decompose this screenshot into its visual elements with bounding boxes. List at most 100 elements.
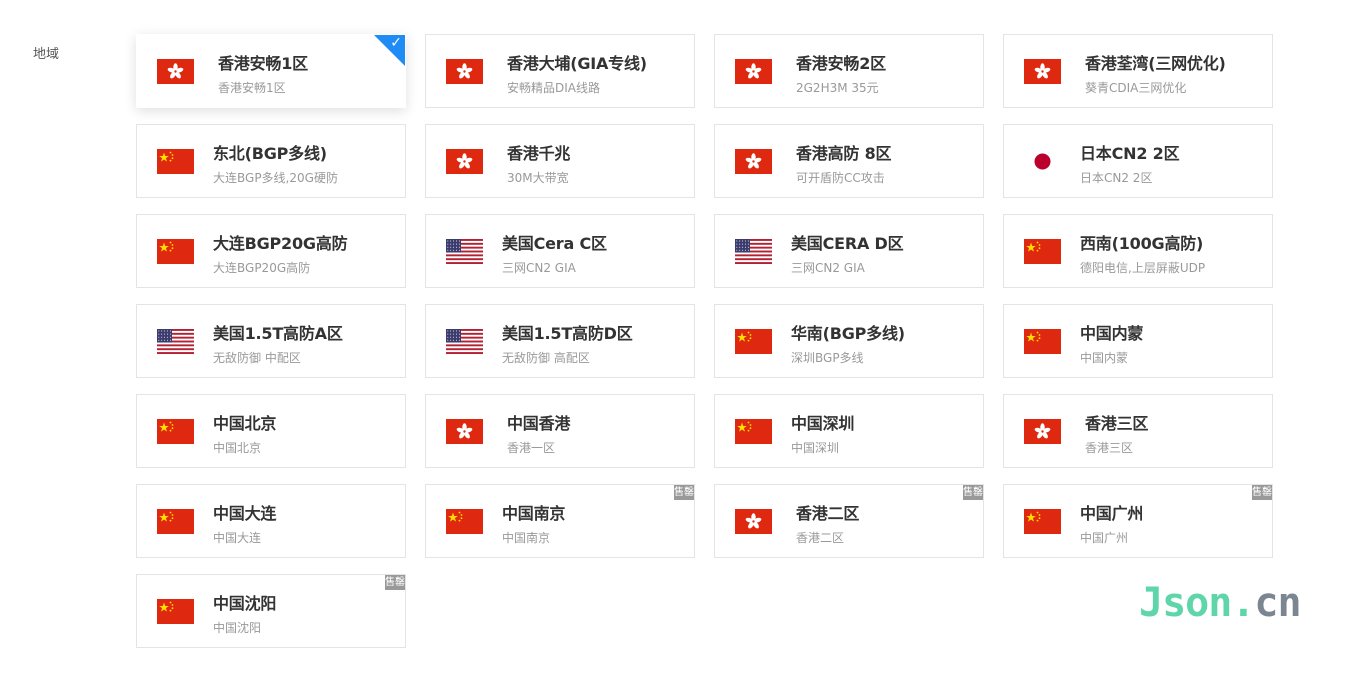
region-card[interactable]: 香港高防 8区可开盾防CC攻击: [714, 124, 984, 198]
region-title: 香港高防 8区: [796, 144, 892, 163]
cn-flag-icon: [1024, 509, 1061, 534]
region-subtitle: 香港安畅1区: [218, 81, 286, 95]
region-card[interactable]: 美国1.5T高防A区 无敌防御 中配区: [136, 304, 406, 378]
region-subtitle: 深圳BGP多线: [791, 351, 864, 365]
region-subtitle: 无敌防御 中配区: [213, 351, 301, 365]
region-subtitle: 30M大带宽: [507, 171, 569, 185]
jp-flag-icon: [1024, 149, 1061, 174]
region-subtitle: 大连BGP20G高防: [213, 261, 311, 275]
region-card[interactable]: 中国深圳 中国深圳: [714, 394, 984, 468]
cn-flag-icon: [157, 149, 194, 174]
region-title: 中国广州: [1080, 504, 1144, 523]
region-subtitle: 大连BGP多线,20G硬防: [213, 171, 338, 185]
region-card[interactable]: 中国香港 香港一区: [425, 394, 695, 468]
region-card[interactable]: 香港千兆 30M大带宽: [425, 124, 695, 198]
region-subtitle: 中国广州: [1080, 531, 1129, 545]
hk-flag-icon: [446, 149, 483, 174]
region-subtitle: 中国北京: [213, 441, 262, 455]
region-subtitle: 香港三区: [1085, 441, 1134, 455]
region-subtitle: 三网CN2 GIA: [502, 261, 576, 275]
region-card[interactable]: 美国1.5T高防D区无敌防御 高配区: [425, 304, 695, 378]
region-subtitle: 葵青CDIA三网优化: [1085, 81, 1187, 95]
region-title: 中国香港: [507, 414, 571, 433]
sold-out-badge: 售罄: [674, 485, 694, 500]
region-title: 华南(BGP多线): [791, 324, 905, 343]
region-subtitle: 德阳电信,上层屏蔽UDP: [1080, 261, 1206, 275]
region-title: 西南(100G高防): [1080, 234, 1204, 253]
hk-flag-icon: [1024, 419, 1061, 444]
us-flag-icon: [157, 329, 194, 354]
watermark-part2: cn: [1254, 580, 1301, 626]
us-flag-icon: [735, 239, 772, 264]
region-card[interactable]: 西南(100G高防) 德阳电信,上层屏蔽UDP: [1003, 214, 1273, 288]
region-title: 香港二区: [796, 504, 860, 523]
region-title: 东北(BGP多线): [213, 144, 327, 163]
region-card[interactable]: 美国CERA D区三网CN2 GIA: [714, 214, 984, 288]
region-subtitle: 中国内蒙: [1080, 351, 1129, 365]
region-title: 香港安畅1区: [218, 54, 308, 73]
region-title: 香港千兆: [507, 144, 571, 163]
region-title: 中国南京: [502, 504, 566, 523]
checkmark-icon: ✓: [390, 35, 402, 51]
region-grid: 香港安畅1区 香港安畅1区 ✓ 香港大埔(GIA专线) 安畅精品DIA线路 香港安畅2区 2…: [136, 34, 1273, 648]
region-card[interactable]: 香港三区 香港三区: [1003, 394, 1273, 468]
region-title: 香港安畅2区: [796, 54, 886, 73]
cn-flag-icon: [1024, 239, 1061, 264]
region-card[interactable]: 香港安畅2区 2G2H3M 35元: [714, 34, 984, 108]
region-card[interactable]: 中国沈阳 中国沈阳 售罄: [136, 574, 406, 648]
region-title: 中国北京: [213, 414, 277, 433]
hk-flag-icon: [735, 59, 772, 84]
region-card[interactable]: 中国大连 中国大连: [136, 484, 406, 558]
hk-flag-icon: [1024, 59, 1061, 84]
region-title: 香港大埔(GIA专线): [507, 54, 647, 73]
region-title: 香港三区: [1085, 414, 1149, 433]
region-title: 中国内蒙: [1080, 324, 1144, 343]
region-card[interactable]: 香港荃湾(三网优化) 葵青CDIA三网优化: [1003, 34, 1273, 108]
cn-flag-icon: [157, 599, 194, 624]
region-card[interactable]: 美国Cera C区三网CN2 GIA: [425, 214, 695, 288]
region-title: 美国Cera C区: [502, 234, 607, 253]
region-card[interactable]: 中国北京 中国北京: [136, 394, 406, 468]
cn-flag-icon: [157, 419, 194, 444]
cn-flag-icon: [1024, 329, 1061, 354]
hk-flag-icon: [157, 59, 194, 84]
cn-flag-icon: [735, 419, 772, 444]
region-card[interactable]: 日本CN2 2区 日本CN2 2区: [1003, 124, 1273, 198]
region-card[interactable]: 香港安畅1区 香港安畅1区 ✓: [136, 34, 406, 108]
region-title: 中国沈阳: [213, 594, 277, 613]
hk-flag-icon: [446, 419, 483, 444]
region-card[interactable]: 东北(BGP多线) 大连BGP多线,20G硬防: [136, 124, 406, 198]
region-subtitle: 中国深圳: [791, 441, 840, 455]
region-title: 美国1.5T高防D区: [502, 324, 633, 343]
region-label: 地域: [33, 47, 60, 62]
hk-flag-icon: [446, 59, 483, 84]
us-flag-icon: [446, 329, 483, 354]
region-title: 香港荃湾(三网优化): [1085, 54, 1226, 73]
watermark-part1: Json.: [1139, 580, 1255, 626]
region-title: 美国CERA D区: [791, 234, 904, 253]
region-title: 日本CN2 2区: [1080, 144, 1180, 163]
region-card[interactable]: 中国内蒙 中国内蒙: [1003, 304, 1273, 378]
region-card[interactable]: 大连BGP20G高防 大连BGP20G高防: [136, 214, 406, 288]
region-title: 中国大连: [213, 504, 277, 523]
region-card[interactable]: 华南(BGP多线) 深圳BGP多线: [714, 304, 984, 378]
region-subtitle: 三网CN2 GIA: [791, 261, 865, 275]
region-subtitle: 香港一区: [507, 441, 556, 455]
us-flag-icon: [446, 239, 483, 264]
sold-out-badge: 售罄: [963, 485, 983, 500]
region-card[interactable]: 中国广州 中国广州 售罄: [1003, 484, 1273, 558]
region-card[interactable]: 中国南京 中国南京 售罄: [425, 484, 695, 558]
sold-out-badge: 售罄: [385, 575, 405, 590]
region-subtitle: 中国大连: [213, 531, 262, 545]
cn-flag-icon: [157, 509, 194, 534]
region-subtitle: 2G2H3M 35元: [796, 81, 879, 95]
region-title: 大连BGP20G高防: [213, 234, 348, 253]
region-card[interactable]: 香港二区 香港二区 售罄: [714, 484, 984, 558]
region-subtitle: 日本CN2 2区: [1080, 171, 1153, 185]
region-subtitle: 无敌防御 高配区: [502, 351, 590, 365]
region-subtitle: 可开盾防CC攻击: [796, 171, 885, 185]
hk-flag-icon: [735, 149, 772, 174]
sold-out-badge: 售罄: [1252, 485, 1272, 500]
region-card[interactable]: 香港大埔(GIA专线) 安畅精品DIA线路: [425, 34, 695, 108]
region-subtitle: 香港二区: [796, 531, 845, 545]
